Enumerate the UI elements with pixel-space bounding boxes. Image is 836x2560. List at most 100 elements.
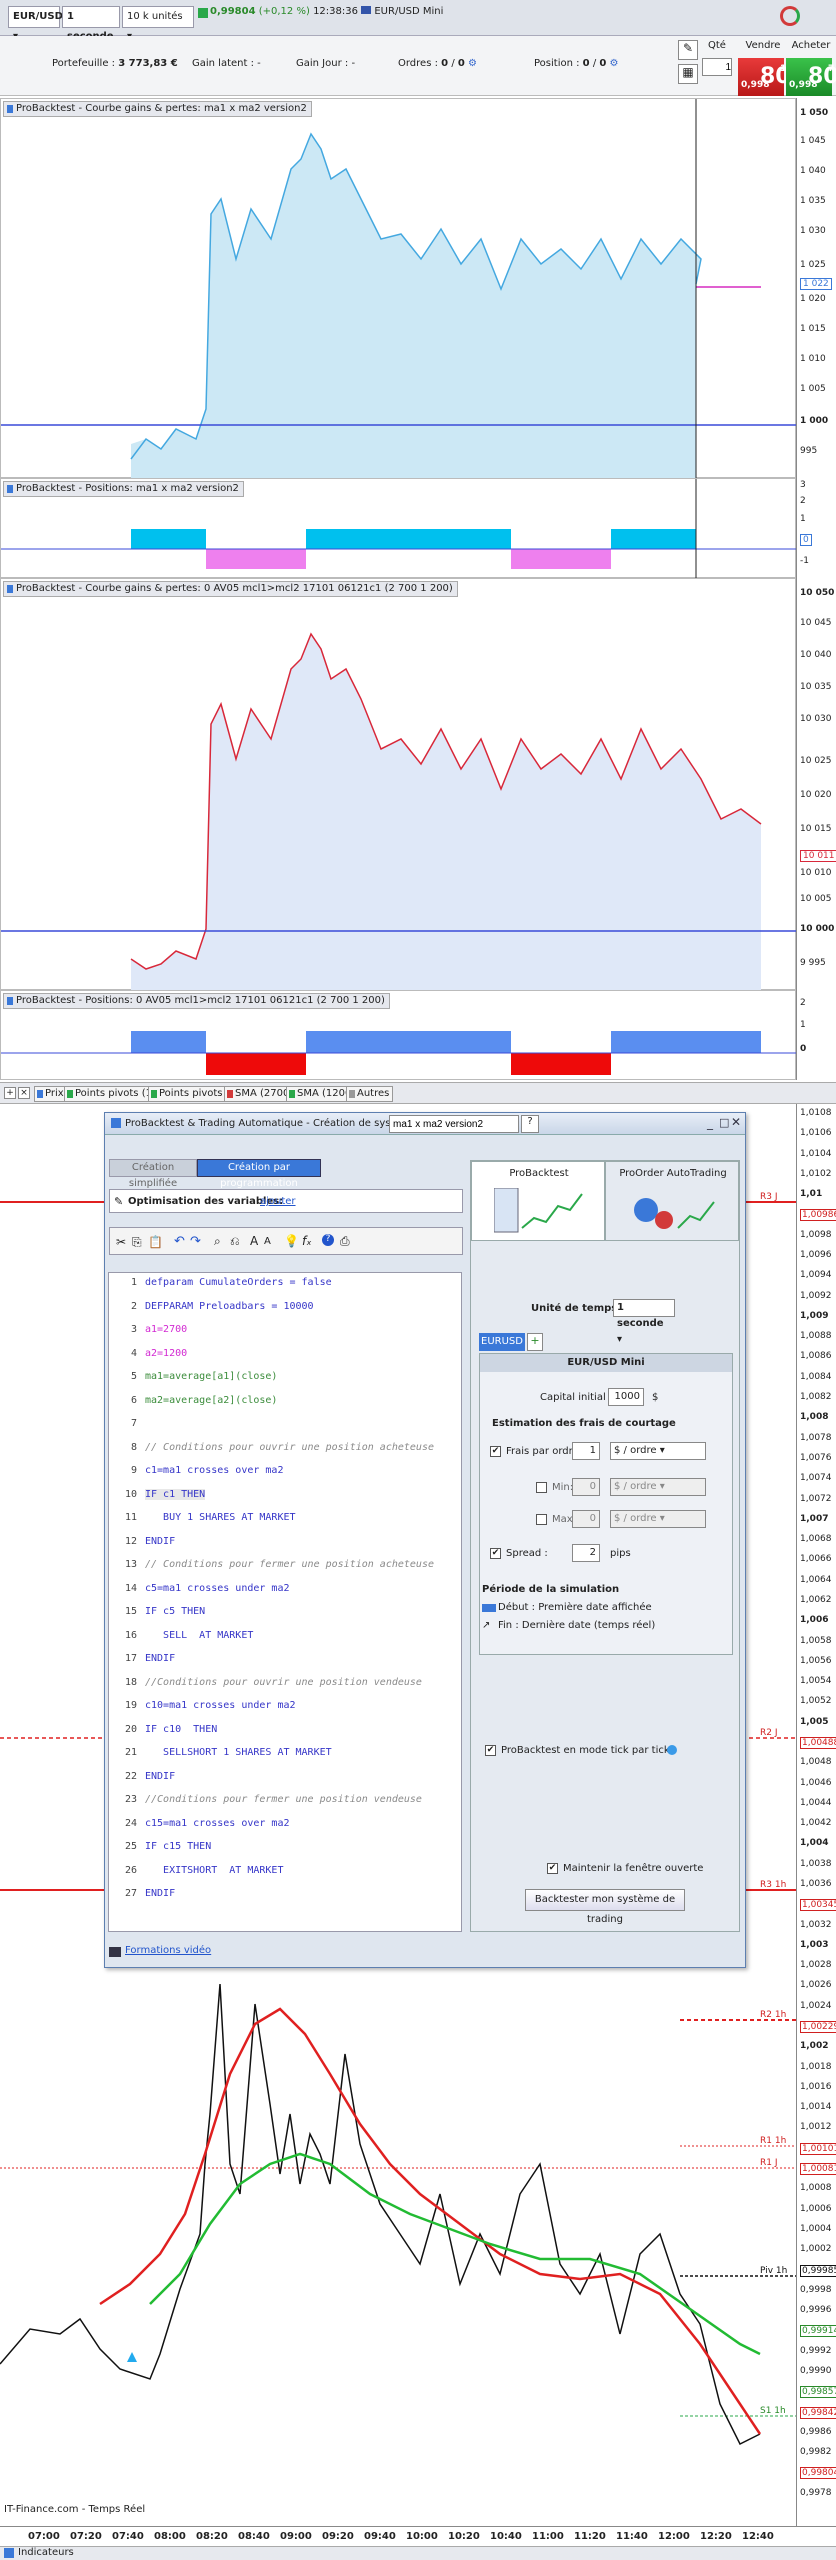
code-line[interactable]: //Conditions pour ouvrir une position ve… <box>145 1677 422 1688</box>
print-icon[interactable]: ⎙ <box>340 1234 350 1249</box>
panel-2-title[interactable]: ProBacktest - Positions: ma1 x ma2 versi… <box>3 481 244 497</box>
function-icon[interactable]: fₓ <box>302 1234 312 1248</box>
fees-order-unit-select[interactable]: $ / ordre ▾ <box>610 1442 706 1460</box>
close-icon[interactable]: ✕ <box>731 1115 741 1129</box>
fees-order-input[interactable]: 1 <box>572 1442 600 1460</box>
probacktest-tab[interactable]: ProBacktest <box>471 1161 605 1241</box>
tab-autres[interactable]: Autres <box>346 1086 394 1102</box>
proorder-tab[interactable]: ProOrder AutoTrading <box>605 1161 739 1241</box>
orders-icon[interactable]: ⚙ <box>468 58 477 69</box>
symbol-select[interactable]: EUR/USD ▾ <box>8 6 63 42</box>
paste-icon[interactable]: 📋 <box>148 1235 163 1249</box>
panel-4-title[interactable]: ProBacktest - Positions: 0 AV05 mcl1>mcl… <box>3 993 390 1009</box>
capital-input[interactable]: 1000 <box>608 1388 644 1406</box>
time-unit-select[interactable]: 1 seconde ▾ <box>613 1299 675 1345</box>
redo-icon[interactable]: ↷ <box>190 1234 201 1249</box>
code-line[interactable]: IF c5 THEN <box>145 1606 205 1617</box>
max-input[interactable]: 0 <box>572 1510 600 1528</box>
code-line[interactable]: ENDIF <box>145 1771 175 1782</box>
replace-icon[interactable]: ⎌ <box>230 1234 240 1249</box>
code-line[interactable]: c15=ma1 crosses over ma2 <box>145 1818 290 1829</box>
buy-button[interactable]: 0,998 80 7 <box>786 58 836 96</box>
info-icon[interactable] <box>667 1745 677 1755</box>
code-line[interactable]: a1=2700 <box>145 1324 187 1335</box>
price-axis: 1,0108 1,0106 1,0104 1,0102 1,01 1,00986 1,009… <box>796 1104 836 2526</box>
help-icon[interactable]: ? <box>521 1115 539 1133</box>
code-line[interactable]: a2=1200 <box>145 1348 187 1359</box>
panel-1-title[interactable]: ProBacktest - Courbe gains & pertes: ma1… <box>3 101 312 117</box>
code-line[interactable]: // Conditions pour fermer une position a… <box>145 1559 434 1570</box>
system-name-input[interactable] <box>389 1115 519 1133</box>
max-checkbox[interactable] <box>536 1514 547 1525</box>
video-training-link[interactable]: Formations vidéo <box>125 1945 211 1956</box>
code-line[interactable]: c10=ma1 crosses under ma2 <box>145 1700 296 1711</box>
dialog-titlebar[interactable]: ProBacktest & Trading Automatique - Créa… <box>105 1113 745 1135</box>
sell-button[interactable]: 0,998 80 1 <box>738 58 791 96</box>
code-line[interactable]: ENDIF <box>145 1536 175 1547</box>
price-axis-label: 1,007 <box>800 1513 829 1524</box>
code-line[interactable]: c5=ma1 crosses under ma2 <box>145 1583 290 1594</box>
minimize-icon[interactable]: _ <box>707 1116 713 1130</box>
font-size-down-icon[interactable]: A <box>264 1236 271 1247</box>
refresh-icon[interactable] <box>780 6 800 26</box>
search-icon[interactable]: ⌕ <box>214 1234 221 1249</box>
code-line[interactable]: ma1=average[a1](close) <box>145 1371 277 1382</box>
position-icon[interactable]: ⚙ <box>610 58 619 69</box>
instrument-tab[interactable]: EURUSD <box>479 1333 525 1351</box>
remove-icon[interactable]: × <box>18 1087 30 1099</box>
equity-panel-2[interactable]: ProBacktest - Courbe gains & pertes: 0 A… <box>0 578 797 991</box>
equity-panel-1[interactable]: ProBacktest - Courbe gains & pertes: ma1… <box>0 98 797 479</box>
end-label: Fin : <box>498 1620 519 1631</box>
positions-panel-2[interactable]: ProBacktest - Positions: 0 AV05 mcl1>mcl… <box>0 990 797 1080</box>
code-line[interactable]: ma2=average[a2](close) <box>145 1395 277 1406</box>
price-axis-label: 1,0046 <box>800 1777 832 1788</box>
cut-icon[interactable]: ✂ <box>116 1235 126 1249</box>
code-line[interactable]: DEFPARAM Preloadbars = 10000 <box>145 1301 314 1312</box>
max-unit-select[interactable]: $ / ordre ▾ <box>610 1510 706 1528</box>
code-line[interactable]: c1=ma1 crosses over ma2 <box>145 1465 283 1476</box>
code-line[interactable]: IF c10 THEN <box>145 1724 217 1735</box>
tick-mode-checkbox[interactable]: ✔ <box>485 1745 496 1756</box>
qty-input[interactable] <box>702 58 732 76</box>
font-size-up-icon[interactable]: A <box>250 1234 258 1248</box>
min-checkbox[interactable] <box>536 1482 547 1493</box>
code-line[interactable]: // Conditions pour ouvrir une position a… <box>145 1442 434 1453</box>
add-icon[interactable]: + <box>4 1087 16 1099</box>
copy-icon[interactable]: ⎘ <box>132 1235 142 1250</box>
spread-checkbox[interactable]: ✔ <box>490 1548 501 1559</box>
code-line[interactable]: ENDIF <box>145 1653 175 1664</box>
positions-panel-1[interactable]: ProBacktest - Positions: ma1 x ma2 versi… <box>0 478 797 579</box>
units-select[interactable]: 10 k unités ▾ <box>122 6 194 42</box>
min-input[interactable]: 0 <box>572 1478 600 1496</box>
price-axis-label: 1,0002 <box>800 2244 832 2255</box>
optim-add-link[interactable]: ajouter <box>260 1196 296 1207</box>
indicators-label[interactable]: Indicateurs <box>18 2547 74 2558</box>
code-line[interactable]: BUY 1 SHARES AT MARKET <box>145 1512 295 1523</box>
calc-icon[interactable]: ▦ <box>678 64 698 84</box>
help-circle-icon[interactable]: ? <box>322 1234 334 1246</box>
min-unit-select[interactable]: $ / ordre ▾ <box>610 1478 706 1496</box>
edit-icon[interactable]: ✎ <box>678 40 698 60</box>
code-line[interactable]: EXITSHORT AT MARKET <box>145 1865 283 1876</box>
code-line[interactable]: IF c1 THEN <box>145 1488 206 1500</box>
run-backtest-button[interactable]: Backtester mon système de trading <box>525 1889 685 1925</box>
spread-input[interactable]: 2 <box>572 1544 600 1562</box>
period-select[interactable]: 1 seconde ▾ <box>62 6 120 62</box>
code-line[interactable]: IF c15 THEN <box>145 1841 211 1852</box>
add-instrument-icon[interactable]: + <box>527 1333 543 1351</box>
code-editor[interactable]: 1 defparam CumulateOrders = false 2 DEFPARA… <box>108 1272 462 1932</box>
code-line[interactable]: SELLSHORT 1 SHARES AT MARKET <box>145 1747 332 1758</box>
undo-icon[interactable]: ↶ <box>174 1234 185 1249</box>
fees-order-checkbox[interactable]: ✔ <box>490 1446 501 1457</box>
code-line[interactable]: SELL AT MARKET <box>145 1630 253 1641</box>
panel-3-title[interactable]: ProBacktest - Courbe gains & pertes: 0 A… <box>3 581 458 597</box>
tab-simple-creation[interactable]: Création simplifiée <box>109 1159 197 1189</box>
idea-icon[interactable]: 💡 <box>284 1234 299 1248</box>
keep-open-checkbox[interactable]: ✔ <box>547 1863 558 1874</box>
maximize-icon[interactable]: □ <box>719 1116 729 1129</box>
tab-price[interactable]: Prix <box>34 1086 68 1102</box>
tab-programming[interactable]: Création par programmation <box>197 1159 321 1189</box>
code-line[interactable]: defparam CumulateOrders = false <box>145 1277 332 1288</box>
code-line[interactable]: //Conditions pour fermer une position ve… <box>145 1794 422 1805</box>
code-line[interactable]: ENDIF <box>145 1888 175 1899</box>
